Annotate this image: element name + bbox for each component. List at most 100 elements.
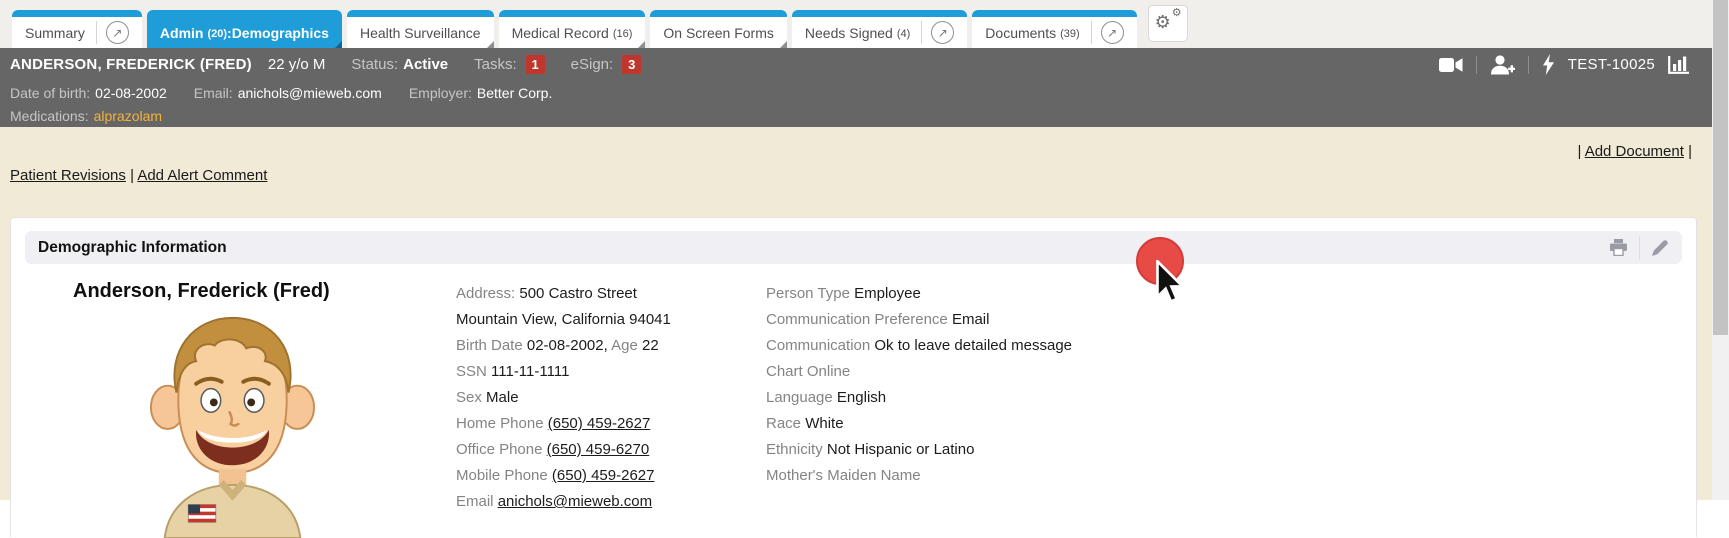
gears-settings-icon-small: ⚙: [1172, 8, 1182, 19]
popout-circle-arrow-icon[interactable]: ↗: [1101, 21, 1124, 44]
status-value: Active: [403, 56, 448, 73]
scrollbar-thumb[interactable]: [1713, 0, 1728, 335]
email-value: anichols@mieweb.com: [238, 85, 382, 101]
tab-divider: [96, 21, 97, 44]
sex-value: Male: [486, 389, 519, 406]
communication-row: Communication Ok to leave detailed messa…: [766, 333, 1072, 359]
office-phone-row: Office Phone (650) 459-6270: [456, 437, 671, 463]
ethnicity-value: Not Hispanic or Latino: [827, 441, 975, 458]
tab-fold-corner: [335, 41, 342, 48]
home-phone-label: Home Phone: [456, 415, 544, 432]
address-line2: Mountain View, California 94041: [456, 311, 671, 328]
birth-date-value: 02-08-2002,: [527, 337, 608, 354]
tab-summary[interactable]: Summary ↗: [12, 10, 142, 48]
esign-label: eSign:: [571, 56, 614, 73]
tab-fold-corner: [638, 41, 645, 48]
add-person-icon[interactable]: [1490, 55, 1515, 75]
bar-chart-icon[interactable]: [1668, 55, 1690, 74]
lightning-icon[interactable]: [1542, 54, 1555, 75]
tab-fold-corner: [487, 41, 494, 48]
tab-count: (20): [207, 28, 227, 40]
person-type-row: Person Type Employee: [766, 281, 1072, 307]
tab-admin-demographics[interactable]: Admin (20) :Demographics: [147, 10, 342, 48]
ethnicity-row: Ethnicity Not Hispanic or Latino: [766, 437, 1072, 463]
tab-needs-signed[interactable]: Needs Signed (4) ↗: [792, 10, 967, 48]
home-phone-link[interactable]: (650) 459-2627: [548, 415, 651, 432]
video-camera-icon[interactable]: [1439, 57, 1463, 73]
mobile-phone-link[interactable]: (650) 459-2627: [552, 467, 655, 484]
tab-fold-corner: [780, 41, 787, 48]
mobile-phone-row: Mobile Phone (650) 459-2627: [456, 463, 671, 489]
birth-date-row: Birth Date 02-08-2002, Age 22: [456, 333, 671, 359]
tab-count: (39): [1060, 28, 1080, 40]
add-document-link[interactable]: Add Document: [1585, 143, 1684, 160]
person-type-label: Person Type: [766, 285, 850, 302]
tab-label: Medical Record: [512, 25, 609, 41]
tasks-label: Tasks:: [474, 56, 517, 73]
patient-photo: [139, 312, 326, 538]
pipe-separator: |: [1688, 143, 1692, 160]
icon-divider: [1476, 56, 1477, 74]
tab-accent-bar: [499, 10, 646, 17]
panel-title: Demographic Information: [38, 239, 227, 257]
chart-tab-bar: Summary ↗ Admin (20) :Demographics Healt…: [0, 0, 1712, 48]
address-line1: 500 Castro Street: [519, 285, 637, 302]
patient-email-link[interactable]: anichols@mieweb.com: [498, 493, 652, 510]
tab-accent-bar: [347, 10, 494, 17]
tab-accent-bar: [972, 10, 1136, 17]
demographics-left-column: Address: 500 Castro Street Mountain View…: [456, 281, 671, 515]
ssn-value: 111-11-1111: [491, 363, 569, 380]
tab-health-surveillance[interactable]: Health Surveillance: [347, 10, 494, 48]
tasks-count-badge[interactable]: 1: [526, 55, 545, 74]
sex-label: Sex: [456, 389, 482, 406]
tab-medical-record[interactable]: Medical Record (16): [499, 10, 646, 48]
patient-email-label: Email: [456, 493, 494, 510]
vertical-scrollbar[interactable]: [1712, 0, 1729, 500]
patient-display-name: Anderson, Frederick (Fred): [73, 280, 330, 303]
email-row: Email anichols@mieweb.com: [456, 489, 671, 515]
tab-count: (16): [613, 28, 633, 40]
communication-value: Ok to leave detailed message: [874, 337, 1072, 354]
chart-online-row: Chart Online: [766, 359, 1072, 385]
popout-circle-arrow-icon[interactable]: ↗: [931, 21, 954, 44]
edit-pencil-icon: [1651, 239, 1669, 257]
language-row: Language English: [766, 385, 1072, 411]
home-phone-row: Home Phone (650) 459-2627: [456, 411, 671, 437]
age-label: Age: [611, 337, 638, 354]
tab-label: Needs Signed: [805, 25, 893, 41]
tab-settings-button[interactable]: ⚙ ⚙: [1148, 5, 1188, 42]
sex-row: Sex Male: [456, 385, 671, 411]
status-label: Status:: [351, 56, 398, 73]
office-phone-link[interactable]: (650) 459-6270: [547, 441, 650, 458]
pipe-separator: |: [1577, 143, 1581, 160]
address-row: Address: 500 Castro Street: [456, 281, 671, 307]
add-alert-comment-link[interactable]: Add Alert Comment: [137, 167, 267, 184]
ssn-row: SSN 111-11-1111: [456, 359, 671, 385]
edit-button[interactable]: [1651, 239, 1669, 257]
email-label: Email:: [194, 85, 233, 101]
banner-icon-bar: TEST-10025: [1439, 48, 1690, 81]
pipe-separator: |: [130, 167, 134, 184]
panel-header-divider: [1639, 236, 1640, 260]
patient-revisions-link[interactable]: Patient Revisions: [10, 167, 126, 184]
age-value: 22: [642, 337, 659, 354]
employer-value: Better Corp.: [477, 85, 552, 101]
demographics-right-column: Person Type Employee Communication Prefe…: [766, 281, 1072, 489]
print-button[interactable]: [1609, 239, 1628, 256]
chart-id: TEST-10025: [1568, 56, 1655, 73]
tab-documents[interactable]: Documents (39) ↗: [972, 10, 1136, 48]
gears-settings-icon: ⚙: [1155, 13, 1171, 31]
tab-on-screen-forms[interactable]: On Screen Forms: [650, 10, 786, 48]
chart-online-label: Chart Online: [766, 363, 850, 380]
comm-preference-value: Email: [952, 311, 990, 328]
tab-accent-bar: [147, 10, 342, 17]
tab-count: (4): [897, 28, 910, 40]
popout-circle-arrow-icon[interactable]: ↗: [106, 21, 129, 44]
esign-count-badge[interactable]: 3: [622, 55, 641, 74]
tab-label: Summary: [25, 25, 85, 41]
race-value: White: [805, 415, 843, 432]
medications-value[interactable]: alprazolam: [94, 108, 162, 124]
person-type-value: Employee: [854, 285, 921, 302]
employer-label: Employer:: [409, 85, 472, 101]
patient-banner: ANDERSON, FREDERICK (FRED) 22 y/o M Stat…: [0, 48, 1712, 127]
